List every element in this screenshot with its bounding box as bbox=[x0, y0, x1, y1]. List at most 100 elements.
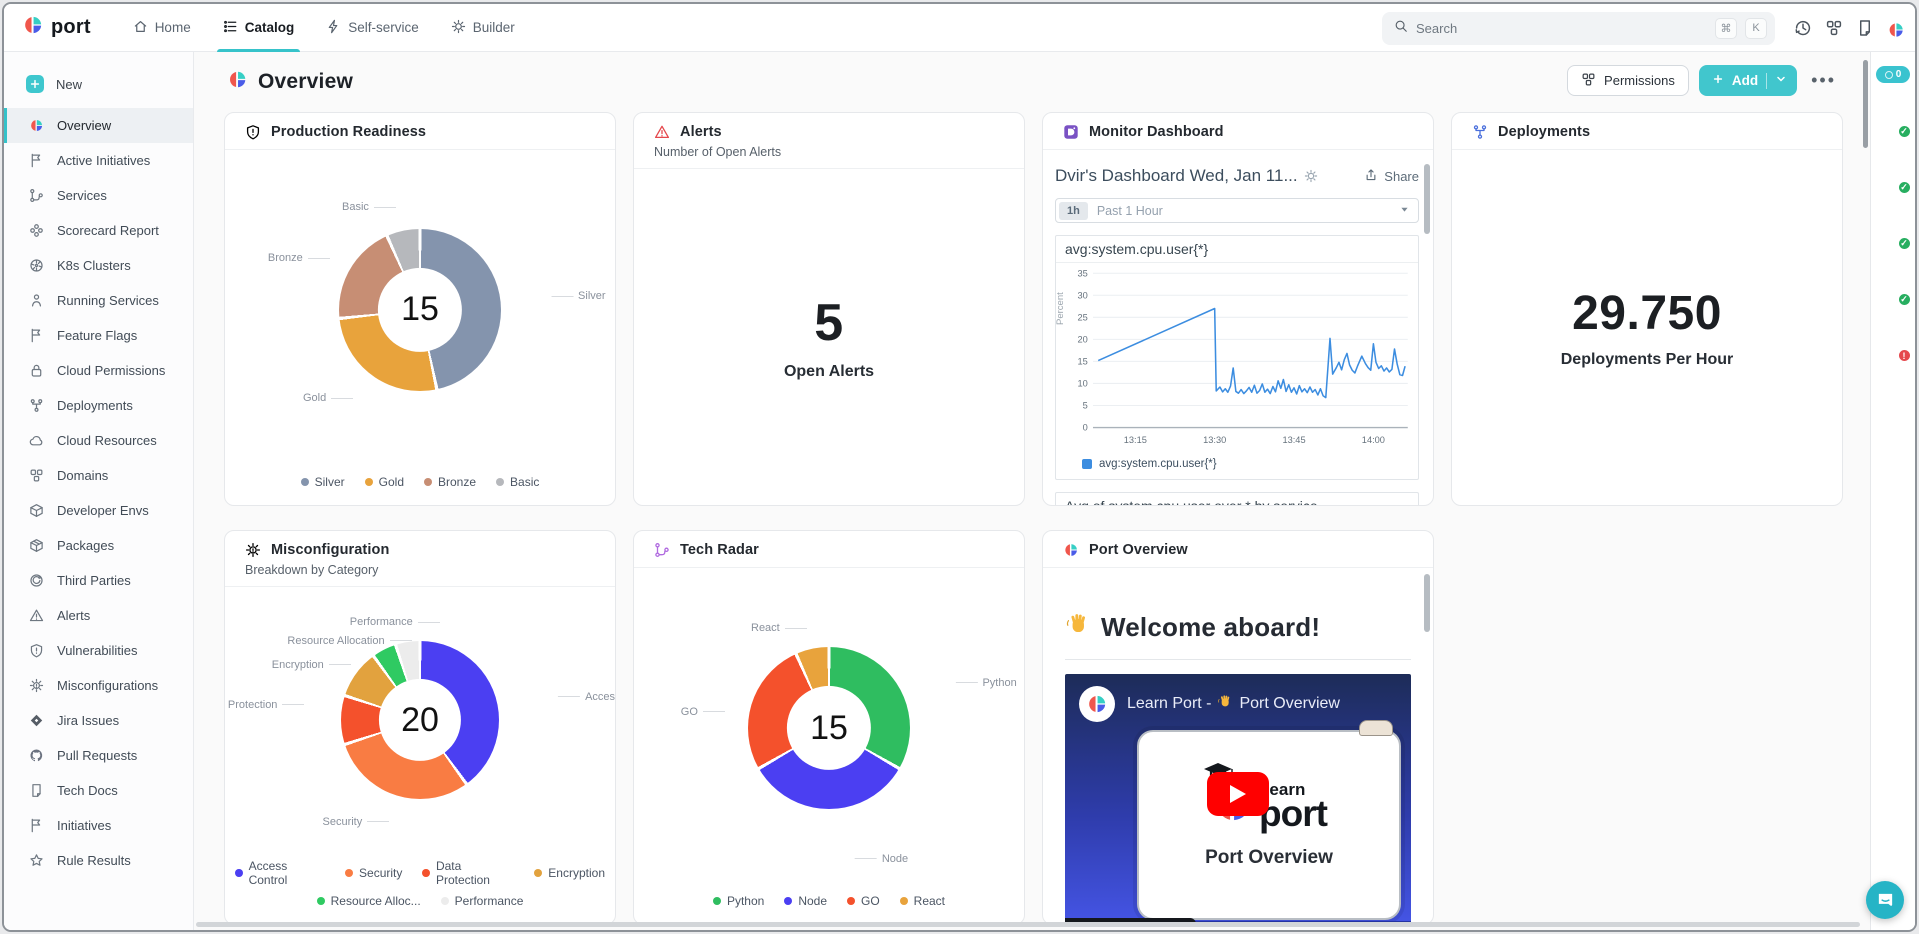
sidebar-item-services[interactable]: Services bbox=[4, 178, 193, 213]
production-readiness-donut[interactable]: 15BasicBronzeGoldSilver bbox=[225, 150, 615, 469]
wave-hand-icon bbox=[1065, 612, 1091, 643]
check-badge-icon: ✓ bbox=[1898, 237, 1911, 250]
sidebar-item-packages[interactable]: Packages bbox=[4, 528, 193, 563]
vertical-scrollbar[interactable] bbox=[1863, 60, 1868, 148]
flag-icon bbox=[29, 818, 45, 834]
entity-icon-k8s[interactable]: ! bbox=[1880, 331, 1907, 358]
entity-icon-k8s[interactable]: ✓ bbox=[1880, 107, 1907, 134]
misconfiguration-donut[interactable]: 20PerformanceResource AllocationEncrypti… bbox=[225, 587, 615, 853]
sidebar-item-pull-requests[interactable]: Pull Requests bbox=[4, 738, 193, 773]
page-title-icon bbox=[227, 69, 248, 95]
chat-launcher[interactable] bbox=[1866, 881, 1904, 919]
port-logo[interactable]: port bbox=[4, 14, 117, 41]
legend-label: Bronze bbox=[438, 475, 476, 489]
sidebar-item-vulnerabilities[interactable]: Vulnerabilities bbox=[4, 633, 193, 668]
sidebar-item-cloud-resources[interactable]: Cloud Resources bbox=[4, 423, 193, 458]
card-scrollbar[interactable] bbox=[1424, 164, 1430, 234]
donut-callout-label: Access Control bbox=[558, 691, 615, 703]
legend-item-react[interactable]: React bbox=[900, 894, 945, 908]
sidebar-item-running-services[interactable]: Running Services bbox=[4, 283, 193, 318]
sidebar-item-feature-flags[interactable]: Feature Flags bbox=[4, 318, 193, 353]
donut-ring[interactable]: 15 bbox=[339, 229, 501, 391]
gear-alert-icon bbox=[245, 542, 261, 558]
sidebar-item-domains[interactable]: Domains bbox=[4, 458, 193, 493]
tab-catalog[interactable]: Catalog bbox=[207, 4, 311, 52]
sidebar-item-deployments[interactable]: Deployments bbox=[4, 388, 193, 423]
legend-item-data-protection[interactable]: Data Protection bbox=[422, 859, 514, 887]
tab-home[interactable]: Home bbox=[117, 4, 207, 52]
legend-item-python[interactable]: Python bbox=[713, 894, 764, 908]
warning-icon bbox=[654, 124, 670, 140]
add-split-divider bbox=[1766, 73, 1767, 89]
legend-dot bbox=[534, 869, 542, 877]
tab-self-service[interactable]: Self-service bbox=[310, 4, 435, 52]
time-range-selector[interactable]: 1h Past 1 Hour bbox=[1055, 198, 1419, 223]
org-users-icon[interactable] bbox=[1825, 19, 1843, 37]
donut-ring[interactable]: 15 bbox=[748, 647, 910, 809]
entity-icon-person[interactable]: ✓ bbox=[1880, 163, 1907, 190]
sidebar-item-alerts[interactable]: Alerts bbox=[4, 598, 193, 633]
warning-icon bbox=[29, 608, 45, 624]
sidebar-item-misconfigurations[interactable]: Misconfigurations bbox=[4, 668, 193, 703]
dashboard-settings-icon[interactable] bbox=[1304, 169, 1318, 183]
legend-label: avg:system.cpu.user{*} bbox=[1099, 458, 1217, 470]
sidebar-item-rule-results[interactable]: Rule Results bbox=[4, 843, 193, 878]
cpu-line-chart[interactable]: Percent 0510152025303513:1513:3013:4514:… bbox=[1056, 263, 1418, 456]
sidebar-item-scorecard-report[interactable]: Scorecard Report bbox=[4, 213, 193, 248]
tab-builder[interactable]: Builder bbox=[435, 4, 531, 52]
sidebar-item-jira-issues[interactable]: Jira Issues bbox=[4, 703, 193, 738]
donut-callout-label: Basic bbox=[342, 201, 396, 213]
home-icon bbox=[133, 19, 148, 37]
legend-item-node[interactable]: Node bbox=[784, 894, 827, 908]
sidebar-item-cloud-permissions[interactable]: Cloud Permissions bbox=[4, 353, 193, 388]
donut-callout-label: Encryption bbox=[272, 659, 351, 671]
share-button[interactable]: Share bbox=[1364, 168, 1419, 185]
search-input[interactable] bbox=[1416, 21, 1707, 36]
donut-callout-label: Silver bbox=[551, 290, 606, 302]
dashboard-title[interactable]: Dvir's Dashboard Wed, Jan 11... bbox=[1055, 166, 1298, 186]
docs-icon[interactable] bbox=[1856, 19, 1874, 37]
divider bbox=[1065, 659, 1411, 660]
global-search[interactable]: ⌘ K bbox=[1382, 12, 1775, 45]
cpu-chart-legend[interactable]: avg:system.cpu.user{*} bbox=[1056, 456, 1418, 479]
more-options-button[interactable]: ••• bbox=[1807, 70, 1840, 91]
legend-dot bbox=[847, 897, 855, 905]
legend-item-go[interactable]: GO bbox=[847, 894, 880, 908]
horizontal-scrollbar[interactable] bbox=[196, 922, 1860, 927]
sidebar-item-k8s-clusters[interactable]: K8s Clusters bbox=[4, 248, 193, 283]
legend-label: Performance bbox=[455, 894, 524, 908]
donut-ring[interactable]: 20 bbox=[341, 641, 499, 799]
youtube-play-button[interactable] bbox=[1207, 772, 1269, 816]
card-scrollbar[interactable] bbox=[1424, 574, 1430, 632]
entity-icon-person[interactable]: ✓ bbox=[1880, 219, 1907, 246]
legend-item-encryption[interactable]: Encryption bbox=[534, 859, 605, 887]
permissions-button[interactable]: Permissions bbox=[1567, 65, 1689, 96]
sidebar-item-tech-docs[interactable]: Tech Docs bbox=[4, 773, 193, 808]
sidebar-item-third-parties[interactable]: Third Parties bbox=[4, 563, 193, 598]
credits-count: 0 bbox=[1896, 69, 1902, 80]
legend-item-bronze[interactable]: Bronze bbox=[424, 475, 476, 489]
add-button[interactable]: Add bbox=[1699, 65, 1797, 96]
account-avatar[interactable] bbox=[1887, 19, 1905, 37]
entity-icon-deploy[interactable]: ✓ bbox=[1880, 275, 1907, 302]
video-title[interactable]: Learn Port - Port Overview bbox=[1127, 694, 1340, 715]
sidebar-item-label: Packages bbox=[57, 538, 114, 553]
legend-item-performance[interactable]: Performance bbox=[441, 894, 524, 908]
youtube-embed[interactable]: Learn Port - Port Overview bbox=[1065, 674, 1411, 924]
credits-badge[interactable]: 0 bbox=[1876, 66, 1910, 83]
legend-item-gold[interactable]: Gold bbox=[365, 475, 404, 489]
legend-item-resource-allocation[interactable]: Resource Alloc... bbox=[317, 894, 421, 908]
sidebar-item-active-initiatives[interactable]: Active Initiatives bbox=[4, 143, 193, 178]
sidebar-item-overview[interactable]: Overview bbox=[4, 108, 193, 143]
new-button[interactable]: New bbox=[4, 66, 193, 102]
legend-item-security[interactable]: Security bbox=[345, 859, 402, 887]
sidebar-item-initiatives[interactable]: Initiatives bbox=[4, 808, 193, 843]
tech-radar-donut[interactable]: 15ReactPythonGONode bbox=[634, 568, 1024, 888]
donut-hole: 15 bbox=[378, 267, 462, 351]
history-icon[interactable] bbox=[1794, 19, 1812, 37]
legend-item-silver[interactable]: Silver bbox=[301, 475, 345, 489]
sidebar-item-developer-envs[interactable]: Developer Envs bbox=[4, 493, 193, 528]
legend-item-basic[interactable]: Basic bbox=[496, 475, 539, 489]
legend-item-access-control[interactable]: Access Control bbox=[235, 859, 325, 887]
card-tech-radar: Tech Radar 15ReactPythonGONode PythonNod… bbox=[633, 530, 1025, 925]
